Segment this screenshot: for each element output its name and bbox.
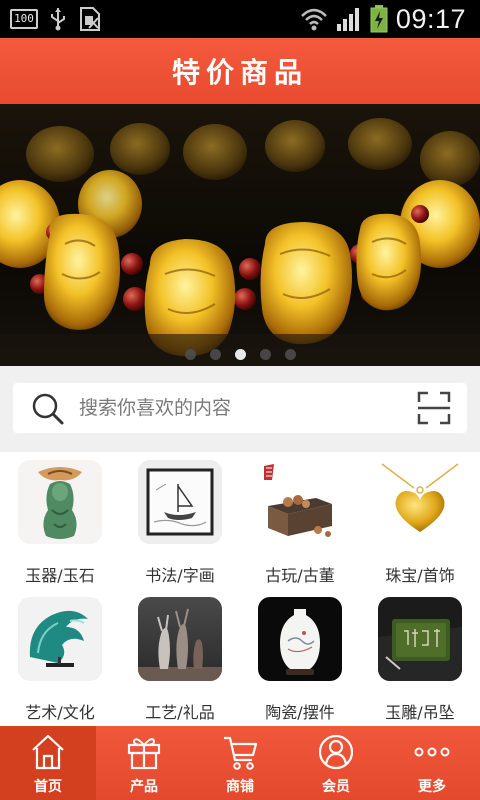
banner-carousel[interactable] [0,104,480,366]
tab-member[interactable]: 会员 [288,726,384,800]
clock: 09:17 [395,3,466,34]
porcelain-vase-thumbnail [258,597,342,681]
tab-shops[interactable]: 商铺 [192,726,288,800]
status-bar-right: 09:17 [300,4,466,34]
status-bar-left: 100 [10,6,102,32]
battery-charging-icon [370,5,388,33]
glass-wave-sculpture-thumbnail [18,597,102,681]
category-label: 玉器/玉石 [25,566,95,585]
tab-label: 会员 [322,779,350,795]
category-label: 陶瓷/摆件 [265,703,335,722]
antique-box-thumbnail [258,460,342,544]
banner-image [0,104,480,366]
battery-level-badge: 100 [10,9,38,29]
carousel-dot[interactable] [184,349,196,360]
category-label: 工艺/礼品 [145,703,215,722]
category-art[interactable]: 艺术/文化 [0,589,120,726]
category-jade[interactable]: 玉器/玉石 [0,452,120,589]
page-title: 特价商品 [171,56,308,89]
category-antique[interactable]: 古玩/古董 [240,452,360,589]
category-calligraphy[interactable]: 书法/字画 [120,452,240,589]
jade-pendant-thumbnail [18,460,102,544]
search-input[interactable] [79,383,399,433]
home-icon [32,734,64,770]
status-bar: 100 09:17 [0,0,480,38]
ceramic-deer-thumbnail [138,597,222,681]
search-icon[interactable] [31,392,65,426]
jade-carving-thumbnail [378,597,462,681]
tab-label: 商铺 [226,779,254,795]
search-area [0,366,480,452]
signal-icon [336,8,359,31]
gold-heart-pendant-thumbnail [378,460,462,544]
carousel-dot[interactable] [234,349,246,360]
tab-label: 更多 [418,779,446,795]
category-jewelry[interactable]: 珠宝/首饰 [360,452,480,589]
gift-icon [127,738,161,770]
more-icon [414,747,450,757]
tab-label: 产品 [130,779,158,795]
category-grid: 玉器/玉石 书法/字画 古玩/古董 珠宝/首饰 艺术/文化 工艺/礼品 陶瓷/摆… [0,452,480,726]
category-label: 玉雕/吊坠 [385,703,455,722]
category-label: 古玩/古董 [265,566,335,585]
category-ceramics[interactable]: 陶瓷/摆件 [240,589,360,726]
painting-thumbnail [138,460,222,544]
tab-label: 首页 [34,779,62,795]
usb-icon [51,8,65,31]
category-label: 艺术/文化 [25,703,95,722]
carousel-dot[interactable] [284,349,296,360]
carousel-dot[interactable] [209,349,221,360]
category-label: 书法/字画 [145,566,215,585]
carousel-indicator [0,349,480,360]
category-jade-carving[interactable]: 玉雕/吊坠 [360,589,480,726]
user-icon [318,734,354,770]
cart-icon [224,736,258,770]
tab-home[interactable]: 首页 [0,726,96,800]
carousel-dot[interactable] [259,349,271,360]
tab-products[interactable]: 产品 [96,726,192,800]
no-sim-icon [80,7,100,31]
search-bar[interactable] [13,383,467,433]
scan-icon[interactable] [417,391,451,425]
category-craft[interactable]: 工艺/礼品 [120,589,240,726]
wifi-icon [301,8,327,31]
bottom-tab-bar: 首页 产品 商铺 会员 更多 [0,726,480,800]
app-header: 特价商品 [0,38,480,104]
category-label: 珠宝/首饰 [385,566,455,585]
tab-more[interactable]: 更多 [384,726,480,800]
